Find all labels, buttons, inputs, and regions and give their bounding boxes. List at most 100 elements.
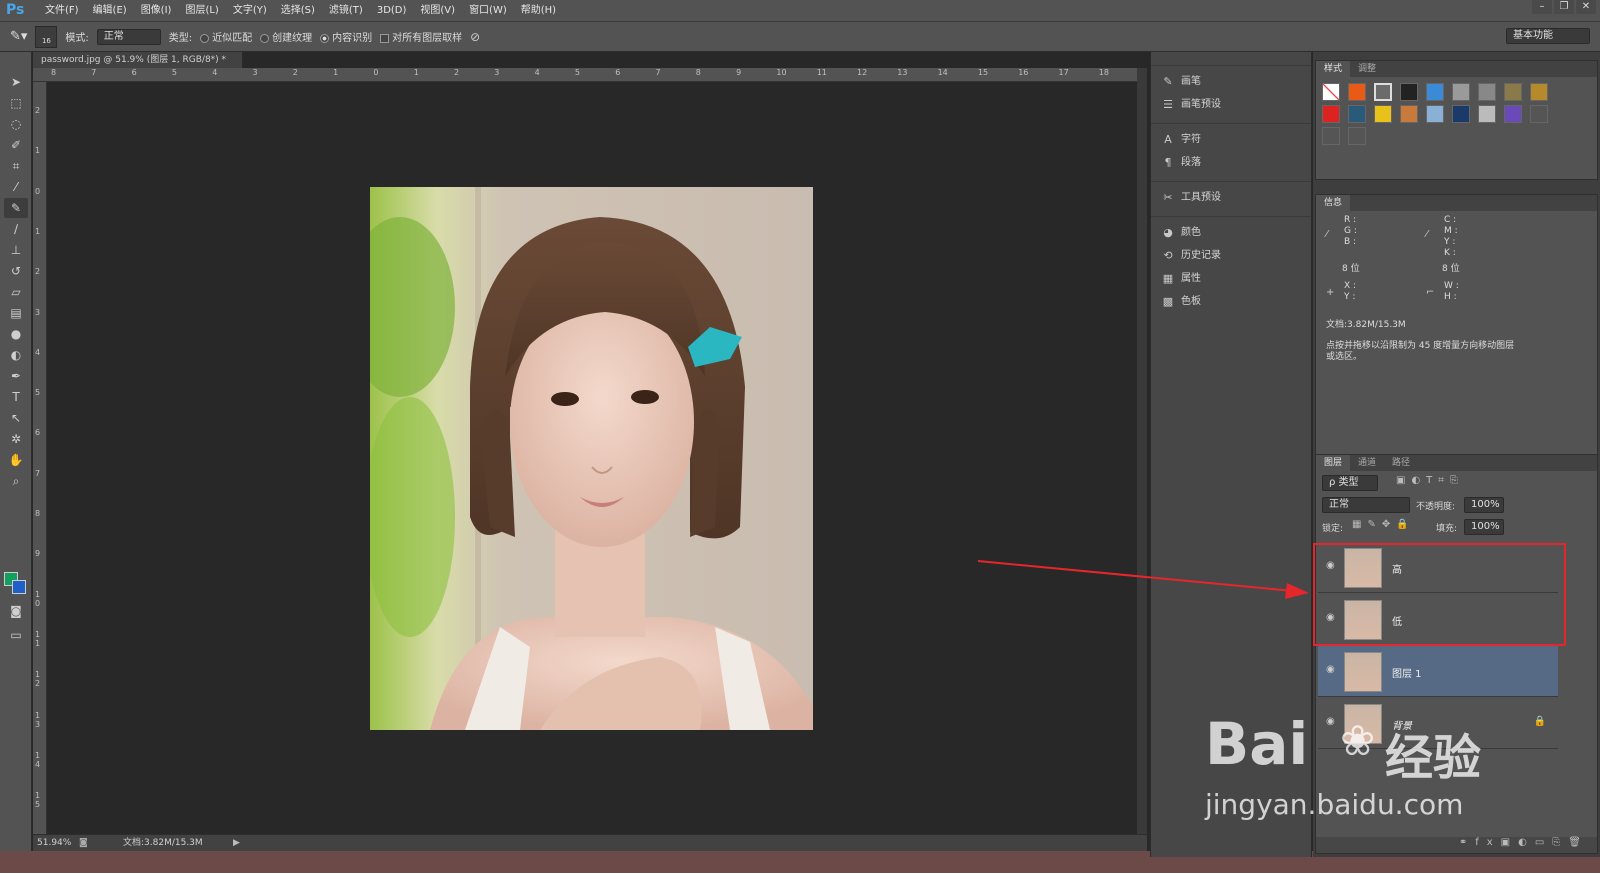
- eyedropper-tool-icon[interactable]: ⁄: [4, 177, 28, 197]
- crop-tool-icon[interactable]: ⌗: [4, 156, 28, 176]
- path-select-tool-icon[interactable]: ↖: [4, 408, 28, 428]
- style-swatch[interactable]: [1452, 83, 1470, 101]
- style-swatch[interactable]: [1348, 105, 1366, 123]
- marquee-tool-icon[interactable]: ⬚: [4, 93, 28, 113]
- style-swatch[interactable]: [1426, 83, 1444, 101]
- style-swatch[interactable]: [1348, 83, 1366, 101]
- blur-tool-icon[interactable]: ●: [4, 324, 28, 344]
- zoom-tool-icon[interactable]: ⌕: [4, 471, 28, 491]
- dock-brush[interactable]: ✎ 画笔: [1151, 70, 1311, 93]
- workspace-select[interactable]: 基本功能: [1506, 28, 1590, 44]
- quick-mask-icon[interactable]: ◙: [4, 601, 28, 621]
- pen-tool-icon[interactable]: ✒: [4, 366, 28, 386]
- menu-type[interactable]: 文字(Y): [226, 0, 274, 22]
- create-texture-radio[interactable]: 创建纹理: [260, 29, 312, 44]
- document-tab[interactable]: password.jpg @ 51.9% (图层 1, RGB/8*) *: [33, 52, 243, 68]
- mode-select[interactable]: 正常: [96, 28, 161, 45]
- lasso-tool-icon[interactable]: ◌: [4, 114, 28, 134]
- clone-stamp-tool-icon[interactable]: ⊥: [4, 240, 28, 260]
- style-swatch[interactable]: [1504, 83, 1522, 101]
- opacity-input[interactable]: 100%: [1464, 497, 1504, 513]
- opacity-label: 不透明度:: [1416, 502, 1456, 512]
- menu-3d[interactable]: 3D(D): [370, 0, 414, 22]
- style-swatch[interactable]: [1478, 105, 1496, 123]
- style-swatch[interactable]: [1426, 105, 1444, 123]
- proximity-match-radio[interactable]: 近似匹配: [200, 29, 252, 44]
- tab-channels[interactable]: 通道: [1350, 455, 1384, 471]
- layer-filter-icons[interactable]: ▣◐T⌗⎘: [1396, 475, 1464, 486]
- tab-layers[interactable]: 图层: [1316, 455, 1351, 471]
- layer-row-background[interactable]: ◉ 背景 🔒: [1318, 698, 1558, 749]
- style-swatch[interactable]: [1374, 83, 1392, 101]
- hand-tool-icon[interactable]: ✋: [4, 450, 28, 470]
- pressure-icon[interactable]: ⊘: [470, 30, 480, 44]
- layers-footer-icons[interactable]: ⚭fx▣◐▭⎘🗑: [1316, 837, 1597, 853]
- shape-tool-icon[interactable]: ✲: [4, 429, 28, 449]
- dock-swatches[interactable]: ▩ 色板: [1151, 290, 1311, 313]
- tab-styles[interactable]: 样式: [1316, 61, 1351, 77]
- history-brush-tool-icon[interactable]: ↺: [4, 261, 28, 281]
- dock-history[interactable]: ⟲ 历史记录: [1151, 244, 1311, 267]
- restore-button[interactable]: ❐: [1554, 0, 1574, 14]
- gradient-tool-icon[interactable]: ▤: [4, 303, 28, 323]
- dock-tool-presets[interactable]: ✂ 工具预设: [1151, 186, 1311, 209]
- fill-input[interactable]: 100%: [1464, 519, 1504, 535]
- visibility-eye-icon[interactable]: ◉: [1326, 716, 1335, 727]
- brush-size-picker[interactable]: 16: [35, 25, 58, 48]
- menu-view[interactable]: 视图(V): [413, 0, 462, 22]
- menu-image[interactable]: 图像(I): [134, 0, 179, 22]
- layer-row-layer1[interactable]: ◉ 图层 1: [1318, 646, 1558, 697]
- spot-healing-tool-icon[interactable]: ✎▾: [10, 29, 27, 44]
- status-info-icon[interactable]: ◙: [79, 835, 88, 851]
- dock-properties[interactable]: ▦ 属性: [1151, 267, 1311, 290]
- style-swatch[interactable]: [1348, 127, 1366, 145]
- style-swatch[interactable]: [1400, 83, 1418, 101]
- style-swatch[interactable]: [1530, 83, 1548, 101]
- menu-window[interactable]: 窗口(W): [462, 0, 514, 22]
- style-swatch[interactable]: [1322, 127, 1340, 145]
- style-swatch[interactable]: [1530, 105, 1548, 123]
- menu-file[interactable]: 文件(F): [38, 0, 86, 22]
- style-swatch[interactable]: [1478, 83, 1496, 101]
- dock-color[interactable]: ◕ 颜色: [1151, 221, 1311, 244]
- eraser-tool-icon[interactable]: ▱: [4, 282, 28, 302]
- minimize-button[interactable]: –: [1532, 0, 1552, 14]
- document-image[interactable]: [370, 187, 813, 730]
- menu-select[interactable]: 选择(S): [274, 0, 322, 22]
- style-swatch[interactable]: [1400, 105, 1418, 123]
- tab-paths[interactable]: 路径: [1384, 455, 1418, 471]
- style-none[interactable]: [1322, 83, 1340, 101]
- background-color-swatch[interactable]: [12, 580, 26, 594]
- style-swatch[interactable]: [1322, 105, 1340, 123]
- screen-mode-icon[interactable]: ▭: [4, 625, 28, 645]
- brush-tool-icon[interactable]: ∕: [4, 219, 28, 239]
- layer-filter-select[interactable]: ρ 类型: [1322, 475, 1378, 491]
- healing-brush-tool-icon[interactable]: ✎: [4, 198, 28, 218]
- dock-brush-presets[interactable]: ☰ 画笔预设: [1151, 93, 1311, 116]
- type-tool-icon[interactable]: T: [4, 387, 28, 407]
- visibility-eye-icon[interactable]: ◉: [1326, 664, 1335, 675]
- blend-mode-select[interactable]: 正常: [1322, 497, 1410, 513]
- move-tool-icon[interactable]: ➤: [4, 72, 28, 92]
- sample-all-layers-checkbox[interactable]: 对所有图层取样: [380, 29, 462, 44]
- status-arrow-icon[interactable]: ▶: [233, 835, 240, 851]
- style-swatch[interactable]: [1452, 105, 1470, 123]
- dodge-tool-icon[interactable]: ◐: [4, 345, 28, 365]
- quick-select-tool-icon[interactable]: ✐: [4, 135, 28, 155]
- menu-layer[interactable]: 图层(L): [178, 0, 225, 22]
- style-swatch[interactable]: [1374, 105, 1392, 123]
- tab-adjustments[interactable]: 调整: [1350, 61, 1384, 77]
- menu-edit[interactable]: 编辑(E): [86, 0, 134, 22]
- dock-character[interactable]: A 字符: [1151, 128, 1311, 151]
- lock-icons[interactable]: ▦✎✥🔒: [1352, 519, 1415, 530]
- dock-paragraph[interactable]: ¶ 段落: [1151, 151, 1311, 174]
- vertical-scrollbar[interactable]: [1137, 68, 1147, 834]
- close-button[interactable]: ✕: [1576, 0, 1596, 14]
- menu-help[interactable]: 帮助(H): [514, 0, 563, 22]
- tab-info[interactable]: 信息: [1316, 195, 1351, 211]
- menu-filter[interactable]: 滤镜(T): [322, 0, 370, 22]
- content-aware-radio[interactable]: 内容识别: [320, 29, 372, 44]
- zoom-level[interactable]: 51.94%: [37, 835, 71, 851]
- dock-group-grip[interactable]: [1151, 52, 1311, 66]
- style-swatch[interactable]: [1504, 105, 1522, 123]
